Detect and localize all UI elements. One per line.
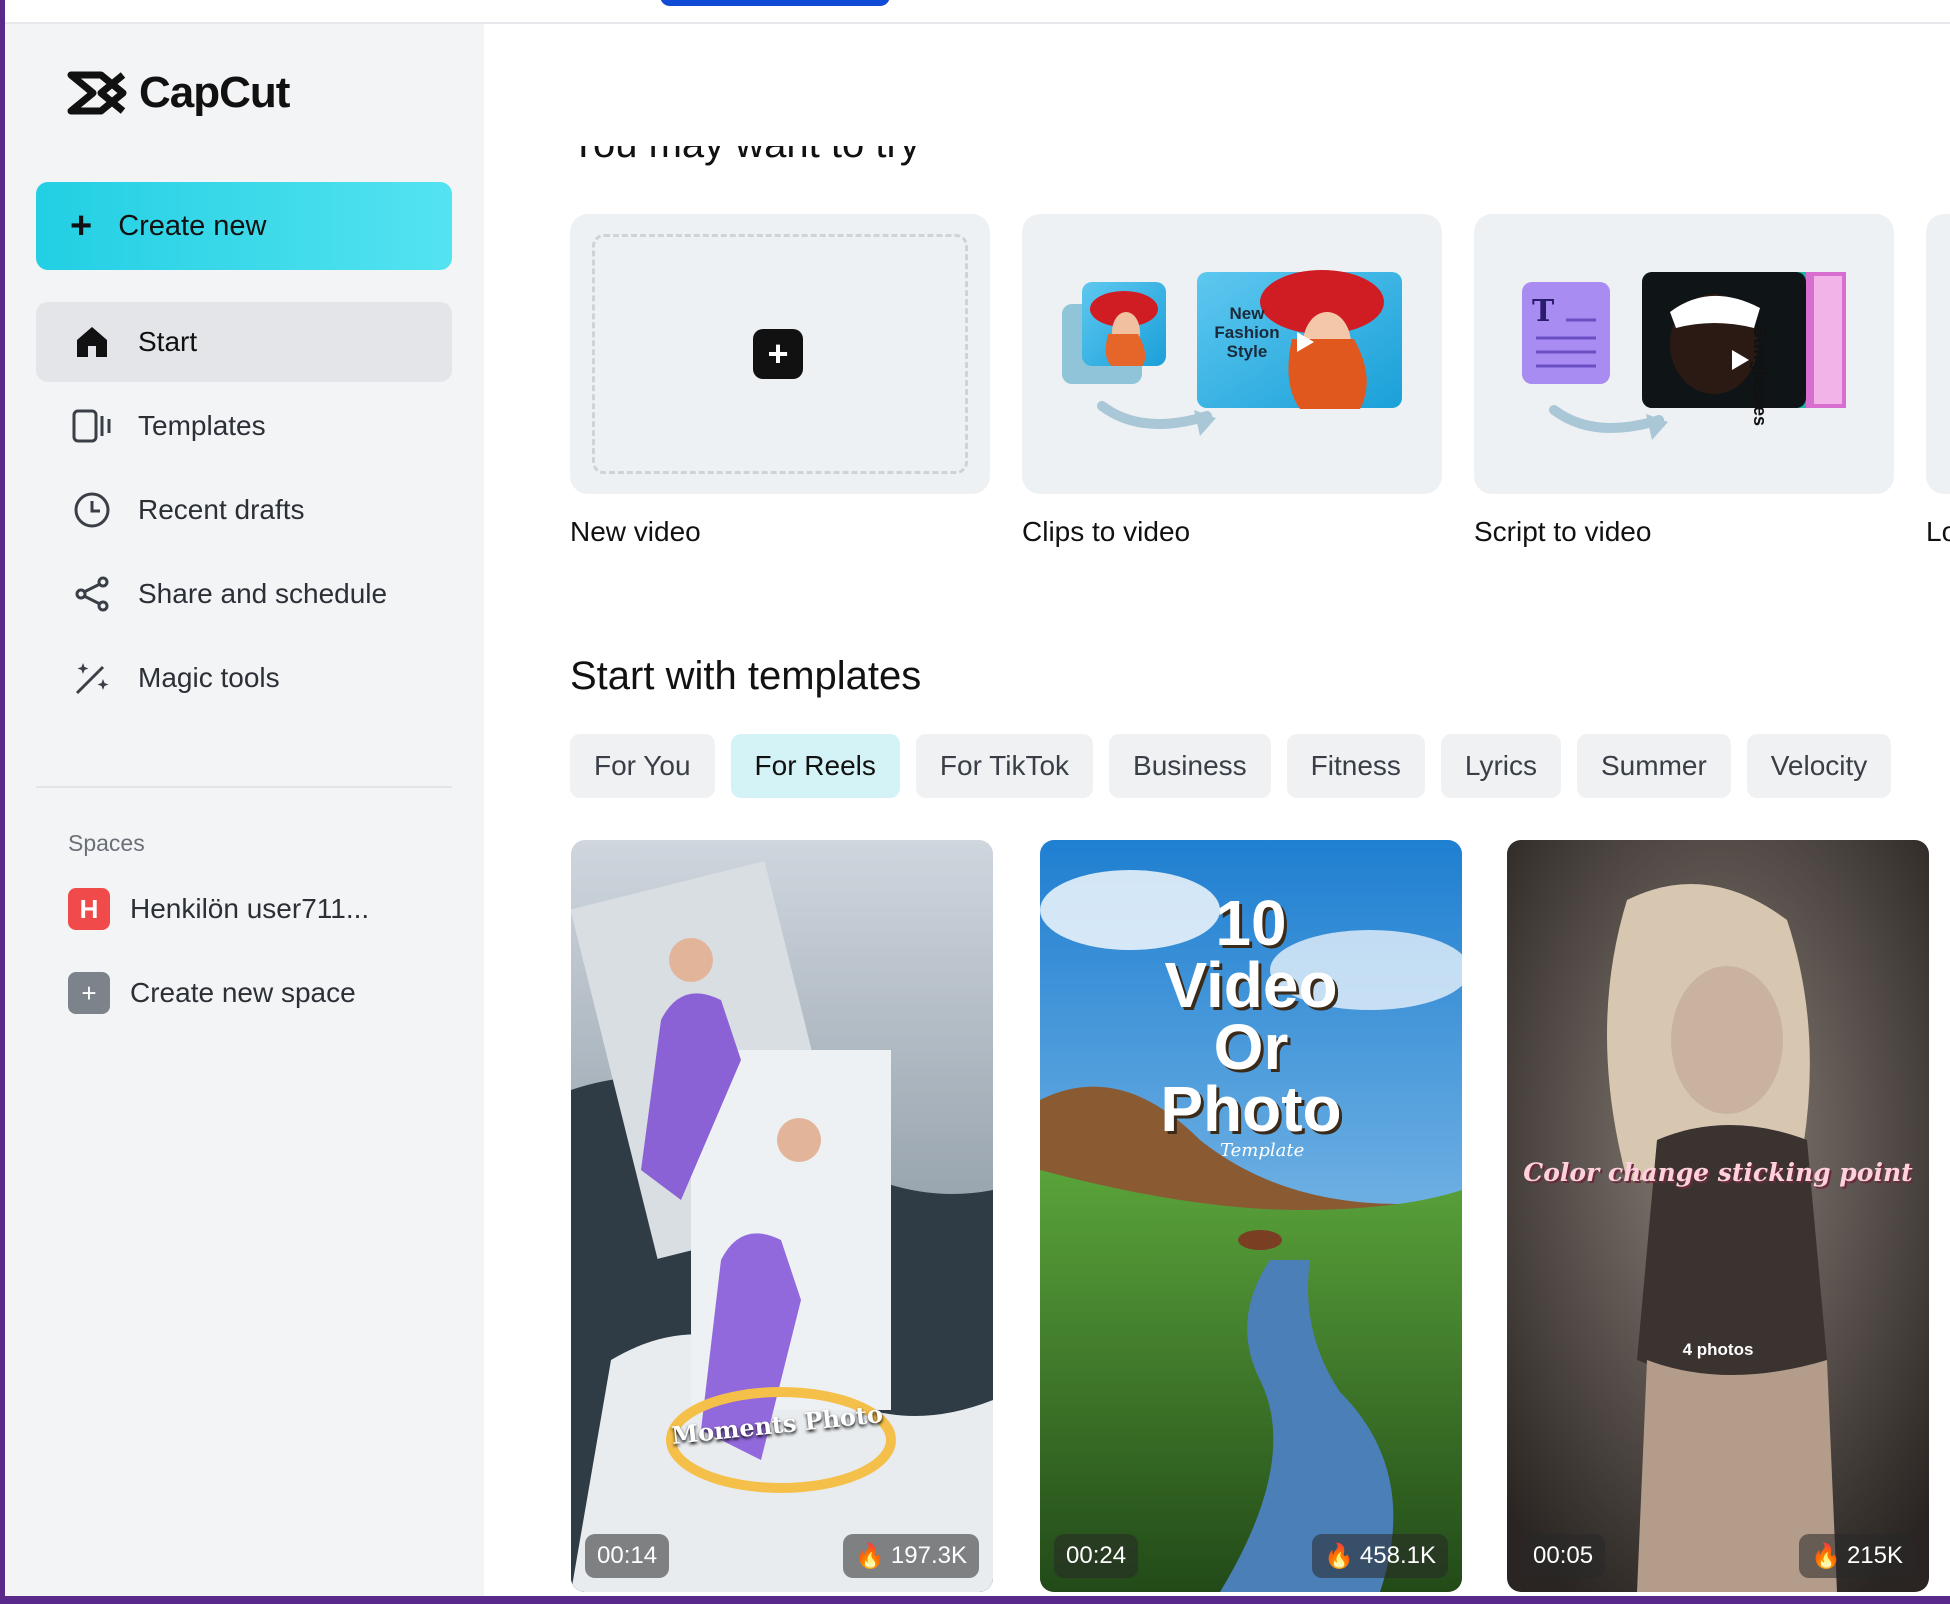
- sidebar-item-label: Magic tools: [138, 662, 280, 693]
- magic-wand-icon: [72, 658, 112, 698]
- template-thumbnail: [1507, 840, 1929, 1592]
- app-name: CapCut: [139, 68, 290, 117]
- add-icon: +: [753, 329, 803, 379]
- template-script-text: Template: [1220, 1140, 1305, 1161]
- main-content: You may want to try + New video: [484, 24, 1950, 1596]
- chip-lyrics[interactable]: Lyrics: [1440, 734, 1561, 798]
- chip-for-tiktok[interactable]: For TikTok: [915, 734, 1094, 798]
- space-item-personal[interactable]: H Henkilön user711...: [68, 888, 369, 930]
- uses-badge: 🔥 215K: [1799, 1534, 1915, 1578]
- sidebar-item-label: Templates: [138, 410, 266, 441]
- template-card[interactable]: Color change sticking point 4 photos 00:…: [1507, 840, 1929, 1592]
- flame-icon: 🔥: [855, 1542, 885, 1570]
- sidebar-item-magic-tools[interactable]: Magic tools: [36, 638, 452, 718]
- sidebar-item-share-schedule[interactable]: Share and schedule: [36, 554, 452, 634]
- create-new-button[interactable]: + Create new: [36, 182, 452, 270]
- sidebar: CapCut + Create new Start Templates Rece…: [5, 24, 484, 1596]
- new-video-card[interactable]: +: [570, 214, 990, 494]
- share-icon: [72, 574, 112, 614]
- flame-icon: 🔥: [1811, 1542, 1841, 1570]
- try-section-title: You may want to try: [570, 146, 920, 168]
- chip-velocity[interactable]: Velocity: [1746, 734, 1892, 798]
- top-bar: [5, 0, 1950, 24]
- plus-icon: +: [68, 972, 110, 1014]
- next-tool-card[interactable]: [1926, 214, 1950, 494]
- create-new-label: Create new: [118, 209, 267, 242]
- template-overlay-text: 10 Video Or Photo: [1160, 887, 1342, 1145]
- sidebar-item-label: Start: [138, 326, 198, 357]
- templates-icon: [72, 406, 112, 446]
- space-item-label: Henkilön user711...: [130, 893, 370, 924]
- template-card[interactable]: 10 Video Or Photo Template 00:24 🔥 458.1K: [1040, 840, 1462, 1592]
- space-avatar: H: [68, 888, 110, 930]
- sidebar-item-start[interactable]: Start: [36, 302, 452, 382]
- chip-fitness[interactable]: Fitness: [1286, 734, 1425, 798]
- sidebar-item-label: Share and schedule: [138, 578, 388, 609]
- top-tab-pill[interactable]: [660, 0, 890, 6]
- sunglasses-thumb-text: Sunglasses: [1750, 326, 1770, 427]
- create-new-space-label: Create new space: [130, 977, 356, 1008]
- clips-to-video-label[interactable]: Clips to video: [1022, 516, 1190, 548]
- clock-icon: [72, 490, 112, 530]
- chip-for-reels[interactable]: For Reels: [730, 734, 900, 798]
- create-new-space-button[interactable]: + Create new space: [68, 972, 356, 1014]
- uses-badge: 🔥 197.3K: [843, 1534, 979, 1578]
- uses-count: 458.1K: [1359, 1542, 1436, 1569]
- template-overlay-text: Color change sticking point: [1523, 1158, 1913, 1187]
- new-video-label[interactable]: New video: [570, 516, 701, 548]
- sidebar-item-label: Recent drafts: [138, 494, 305, 525]
- template-thumbnail: [571, 840, 993, 1592]
- chip-summer[interactable]: Summer: [1577, 734, 1731, 798]
- sidebar-item-templates[interactable]: Templates: [36, 386, 452, 466]
- plus-icon: +: [70, 205, 93, 247]
- capcut-window: CapCut + Create new Start Templates Rece…: [5, 0, 1950, 1596]
- capcut-logo-icon: [67, 71, 127, 115]
- text-doc-glyph: T: [1532, 294, 1555, 329]
- uses-count: 215K: [1846, 1542, 1903, 1569]
- duration-badge: 00:05: [1521, 1534, 1606, 1578]
- clips-to-video-card[interactable]: New Fashion Style: [1022, 214, 1442, 494]
- chip-business[interactable]: Business: [1109, 734, 1271, 798]
- template-category-chips: For You For Reels For TikTok Business Fi…: [570, 734, 1892, 798]
- duration-badge: 00:24: [1054, 1534, 1139, 1578]
- sidebar-divider: [36, 786, 452, 788]
- fashion-thumb-text: New Fashion Style: [1214, 304, 1280, 361]
- next-tool-label[interactable]: Lo: [1926, 516, 1950, 548]
- templates-section-title: Start with templates: [570, 654, 922, 698]
- uses-badge: 🔥 458.1K: [1312, 1534, 1448, 1578]
- script-to-video-card[interactable]: T Sunglasses: [1474, 214, 1894, 494]
- uses-count: 197.3K: [890, 1542, 967, 1569]
- spaces-heading: Spaces: [68, 830, 145, 856]
- flame-icon: 🔥: [1324, 1542, 1354, 1570]
- template-card[interactable]: Moments Photo 00:14 🔥 197.3K: [571, 840, 993, 1592]
- duration-badge: 00:14: [585, 1534, 670, 1578]
- chip-for-you[interactable]: For You: [570, 734, 715, 798]
- sidebar-item-recent-drafts[interactable]: Recent drafts: [36, 470, 452, 550]
- template-sub-text: 4 photos: [1682, 1340, 1754, 1359]
- capcut-logo[interactable]: CapCut: [67, 68, 290, 118]
- home-icon: [72, 322, 112, 362]
- script-to-video-label[interactable]: Script to video: [1474, 516, 1651, 548]
- script-to-video-illustration: [1522, 272, 1846, 440]
